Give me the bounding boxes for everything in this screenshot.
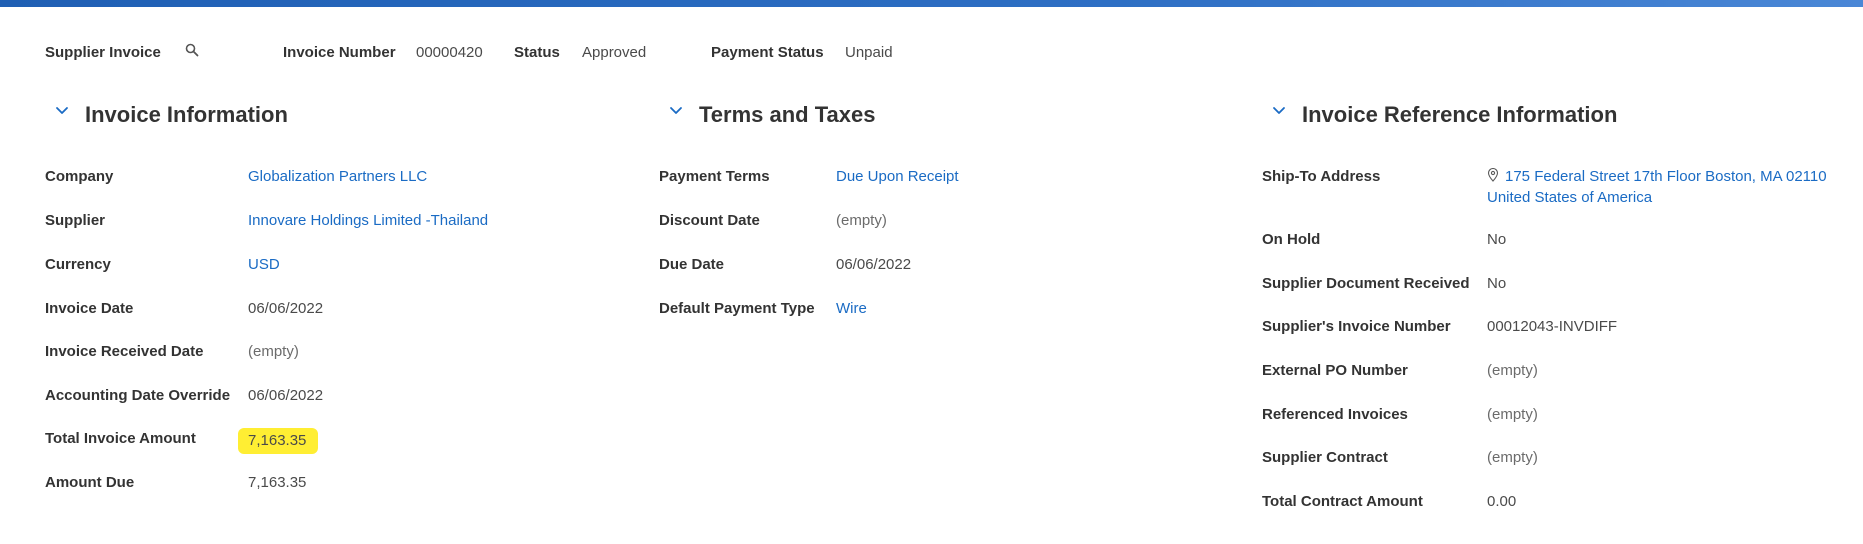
address-line-1: 175 Federal Street 17th Floor Boston, MA… [1487, 166, 1827, 187]
referenced-invoices-value: (empty) [1487, 406, 1538, 423]
supplier-document-received-value: No [1487, 275, 1507, 292]
location-pin-icon [1487, 168, 1499, 182]
supplier-contract-value: (empty) [1487, 449, 1538, 466]
currency-link[interactable]: USD [248, 254, 280, 275]
field-label: Supplier Contract [1262, 449, 1388, 466]
field-label: Invoice Date [45, 300, 134, 317]
chevron-down-icon[interactable] [55, 106, 69, 116]
field-label: Total Invoice Amount [45, 430, 196, 447]
field-label: Default Payment Type [659, 300, 815, 317]
field-label: Company [45, 168, 114, 185]
section-title: Invoice Reference Information [1302, 102, 1618, 127]
invoice-date-value: 06/06/2022 [248, 300, 324, 317]
field-label: On Hold [1262, 231, 1321, 248]
due-date-value: 06/06/2022 [836, 256, 912, 273]
amount-due-value: 7,163.35 [248, 474, 307, 491]
top-accent-bar [0, 0, 1863, 7]
field-label: Currency [45, 256, 111, 273]
field-label: Accounting Date Override [45, 387, 231, 404]
ship-to-address-link[interactable]: 175 Federal Street 17th Floor Boston, MA… [1487, 166, 1827, 208]
default-payment-type-link[interactable]: Wire [836, 298, 867, 319]
field-label: Supplier [45, 212, 106, 229]
field-label: Supplier Document Received [1262, 275, 1470, 292]
address-line-1-text: 175 Federal Street 17th Floor Boston, MA… [1505, 168, 1827, 185]
payment-status-value: Unpaid [845, 44, 893, 61]
field-label: Total Contract Amount [1262, 493, 1423, 510]
payment-status-label: Payment Status [711, 44, 824, 61]
payment-terms-link[interactable]: Due Upon Receipt [836, 166, 959, 187]
accounting-date-override-value: 06/06/2022 [248, 387, 324, 404]
invoice-received-date-value: (empty) [248, 343, 299, 360]
company-link[interactable]: Globalization Partners LLC [248, 166, 427, 187]
supplier-invoice-label: Supplier Invoice [45, 44, 161, 61]
field-label: Discount Date [659, 212, 760, 229]
field-label: Amount Due [45, 474, 135, 491]
section-title: Invoice Information [85, 102, 288, 127]
field-label: External PO Number [1262, 362, 1408, 379]
field-label: Invoice Received Date [45, 343, 204, 360]
total-contract-amount-value: 0.00 [1487, 493, 1517, 510]
invoice-number-value: 00000420 [416, 44, 483, 61]
chevron-down-icon[interactable] [1272, 106, 1286, 116]
on-hold-value: No [1487, 231, 1507, 248]
external-po-number-value: (empty) [1487, 362, 1538, 379]
field-label: Payment Terms [659, 168, 770, 185]
field-label: Supplier's Invoice Number [1262, 318, 1451, 335]
status-value: Approved [582, 44, 647, 61]
search-icon[interactable] [185, 43, 199, 57]
field-label: Referenced Invoices [1262, 406, 1408, 423]
field-label: Ship-To Address [1262, 168, 1381, 185]
discount-date-value: (empty) [836, 212, 887, 229]
supplier-link[interactable]: Innovare Holdings Limited -Thailand [248, 210, 488, 231]
chevron-down-icon[interactable] [669, 106, 683, 116]
section-title: Terms and Taxes [699, 102, 876, 127]
field-label: Due Date [659, 256, 725, 273]
address-line-2: United States of America [1487, 189, 1653, 206]
total-invoice-amount-value: 7,163.35 [238, 428, 319, 454]
invoice-number-label: Invoice Number [283, 44, 396, 61]
status-label: Status [514, 44, 560, 61]
suppliers-invoice-number-value: 00012043-INVDIFF [1487, 318, 1618, 335]
